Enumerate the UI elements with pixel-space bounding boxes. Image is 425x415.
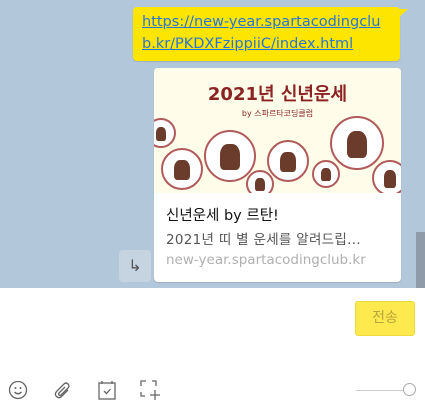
calendar-icon[interactable] — [96, 379, 118, 401]
attach-file-icon[interactable] — [52, 379, 74, 401]
preview-image: 2021년 신년운세 by 스파르타코딩클럽 — [154, 68, 401, 193]
character-circle — [372, 160, 401, 193]
scrollbar[interactable] — [416, 232, 425, 288]
character-circle — [267, 140, 309, 182]
zoom-slider-handle[interactable] — [403, 383, 416, 396]
character-circle — [312, 160, 340, 188]
emoji-icon[interactable] — [7, 379, 29, 401]
character-circle — [154, 118, 176, 148]
zoom-slider-track[interactable] — [356, 390, 406, 391]
character-circle — [161, 148, 203, 190]
character-circle — [246, 170, 274, 193]
preview-description: 2021년 띠 별 운세를 알려드립... — [166, 232, 361, 248]
message-bubble: https://new-year.spartacodingclub.kr/PKD… — [133, 7, 408, 61]
forward-arrow-icon: ↳ — [128, 256, 142, 275]
preview-title: 신년운세 by 르탄! — [166, 208, 279, 224]
send-button[interactable]: 전송 — [355, 301, 415, 336]
chat-area: https://new-year.spartacodingclub.kr/PKD… — [0, 0, 425, 288]
preview-domain: new-year.spartacodingclub.kr — [166, 252, 366, 268]
image-title: 2021년 신년운세 — [207, 84, 348, 105]
character-circle — [330, 116, 384, 170]
message-link[interactable]: https://new-year.spartacodingclub.kr/PKD… — [142, 14, 380, 52]
link-preview-card[interactable]: 2021년 신년운세 by 스파르타코딩클럽 신년운세 by 르탄! 2021년… — [154, 68, 401, 282]
forward-button[interactable]: ↳ — [119, 250, 151, 282]
capture-icon[interactable] — [139, 379, 161, 401]
